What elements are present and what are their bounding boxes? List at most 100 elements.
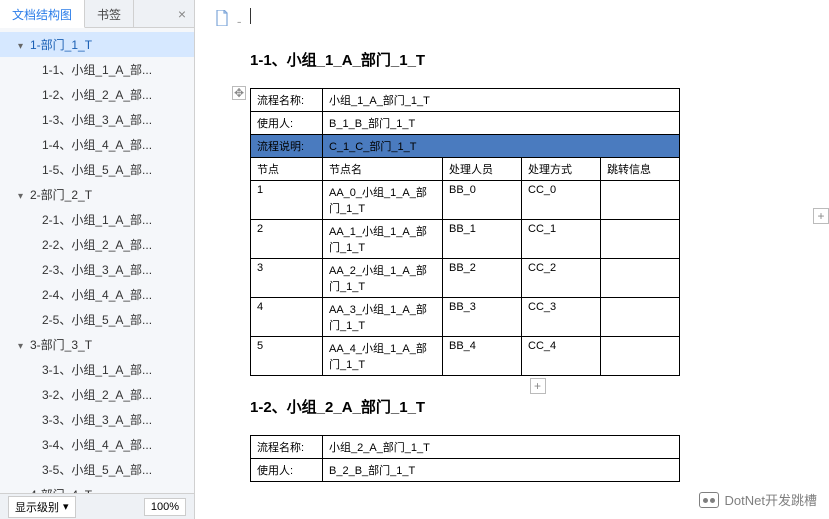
tree-item[interactable]: 2-5、小组_5_A_部... xyxy=(0,307,194,332)
tree-label: 3-5、小组_5_A_部... xyxy=(42,463,152,477)
page-indicator-icon: - xyxy=(215,10,242,29)
tree-item[interactable]: 2-3、小组_3_A_部... xyxy=(0,257,194,282)
process-table[interactable]: 流程名称:小组_1_A_部门_1_T使用人:B_1_B_部门_1_T流程说明:C… xyxy=(250,88,680,376)
sidebar: 文档结构图 书签 × ▾1-部门_1_T1-1、小组_1_A_部...1-2、小… xyxy=(0,0,195,519)
meta-key: 流程说明: xyxy=(251,135,323,158)
tree-item[interactable]: 2-4、小组_4_A_部... xyxy=(0,282,194,307)
column-header: 处理方式 xyxy=(522,158,601,181)
tree-section[interactable]: ▾1-部门_1_T xyxy=(0,32,194,57)
table-meta-row[interactable]: 使用人:B_2_B_部门_1_T xyxy=(251,459,680,482)
tree-label: 3-2、小组_2_A_部... xyxy=(42,388,152,402)
table-row[interactable]: 5AA_4_小组_1_A_部门_1_TBB_4CC_4 xyxy=(251,337,680,376)
column-header: 处理人员 xyxy=(443,158,522,181)
tree-item[interactable]: 3-2、小组_2_A_部... xyxy=(0,382,194,407)
tree-label: 2-2、小组_2_A_部... xyxy=(42,238,152,252)
chevron-down-icon: ▾ xyxy=(63,500,69,513)
sidebar-tabs: 文档结构图 书签 × xyxy=(0,0,194,28)
table-cell[interactable]: BB_4 xyxy=(443,337,522,376)
tab-structure[interactable]: 文档结构图 xyxy=(0,0,85,28)
table-row[interactable]: 1AA_0_小组_1_A_部门_1_TBB_0CC_0 xyxy=(251,181,680,220)
tree-item[interactable]: 1-5、小组_5_A_部... xyxy=(0,157,194,182)
table-cell[interactable]: CC_0 xyxy=(522,181,601,220)
column-header: 跳转信息 xyxy=(601,158,680,181)
table-cell[interactable] xyxy=(601,298,680,337)
app-root: 文档结构图 书签 × ▾1-部门_1_T1-1、小组_1_A_部...1-2、小… xyxy=(0,0,829,519)
table-cell[interactable]: 5 xyxy=(251,337,323,376)
tree-label: 3-部门_3_T xyxy=(30,338,92,352)
meta-value: 小组_1_A_部门_1_T xyxy=(323,89,680,112)
table-cell[interactable]: BB_1 xyxy=(443,220,522,259)
tree-label: 2-1、小组_1_A_部... xyxy=(42,213,152,227)
document-outline-tree[interactable]: ▾1-部门_1_T1-1、小组_1_A_部...1-2、小组_2_A_部...1… xyxy=(0,28,194,493)
tree-label: 1-2、小组_2_A_部... xyxy=(42,88,152,102)
tree-item[interactable]: 1-3、小组_3_A_部... xyxy=(0,107,194,132)
text-cursor xyxy=(250,8,809,24)
table-cell[interactable]: AA_2_小组_1_A_部门_1_T xyxy=(323,259,443,298)
tree-item[interactable]: 3-1、小组_1_A_部... xyxy=(0,357,194,382)
table-meta-row[interactable]: 使用人:B_1_B_部门_1_T xyxy=(251,112,680,135)
page-dash: - xyxy=(237,13,242,29)
tab-bookmark[interactable]: 书签 xyxy=(85,0,134,27)
caret-down-icon: ▾ xyxy=(18,191,28,202)
table-cell[interactable]: BB_2 xyxy=(443,259,522,298)
table-cell[interactable] xyxy=(601,337,680,376)
table-cell[interactable]: BB_3 xyxy=(443,298,522,337)
table-row[interactable]: 2AA_1_小组_1_A_部门_1_TBB_1CC_1 xyxy=(251,220,680,259)
tree-label: 1-部门_1_T xyxy=(30,38,92,52)
process-table[interactable]: 流程名称:小组_2_A_部门_1_T使用人:B_2_B_部门_1_T xyxy=(250,435,680,482)
table-cell[interactable]: BB_0 xyxy=(443,181,522,220)
table-meta-row[interactable]: 流程名称:小组_1_A_部门_1_T xyxy=(251,89,680,112)
zoom-value: 100% xyxy=(151,501,179,513)
zoom-select[interactable]: 100% xyxy=(144,498,186,516)
tree-item[interactable]: 2-1、小组_1_A_部... xyxy=(0,207,194,232)
table-header-row: 节点节点名处理人员处理方式跳转信息 xyxy=(251,158,680,181)
tree-section[interactable]: ▾4-部门_4_T xyxy=(0,482,194,493)
tree-label: 1-3、小组_3_A_部... xyxy=(42,113,152,127)
table-row[interactable]: 3AA_2_小组_1_A_部门_1_TBB_2CC_2 xyxy=(251,259,680,298)
table-cell[interactable]: 2 xyxy=(251,220,323,259)
table-cell[interactable]: 1 xyxy=(251,181,323,220)
table-cell[interactable]: AA_3_小组_1_A_部门_1_T xyxy=(323,298,443,337)
meta-value: B_2_B_部门_1_T xyxy=(323,459,680,482)
table-meta-row[interactable]: 流程说明:C_1_C_部门_1_T xyxy=(251,135,680,158)
sidebar-close-button[interactable]: × xyxy=(170,0,194,27)
table-cell[interactable]: CC_2 xyxy=(522,259,601,298)
table-cell[interactable]: 3 xyxy=(251,259,323,298)
table-row[interactable]: 4AA_3_小组_1_A_部门_1_TBB_3CC_3 xyxy=(251,298,680,337)
tree-label: 1-4、小组_4_A_部... xyxy=(42,138,152,152)
tree-label: 2-5、小组_5_A_部... xyxy=(42,313,152,327)
tree-item[interactable]: 3-3、小组_3_A_部... xyxy=(0,407,194,432)
table-cell[interactable]: CC_4 xyxy=(522,337,601,376)
table-cell[interactable]: AA_0_小组_1_A_部门_1_T xyxy=(323,181,443,220)
caret-down-icon: ▾ xyxy=(18,41,28,52)
table-cell[interactable] xyxy=(601,181,680,220)
table-cell[interactable]: CC_1 xyxy=(522,220,601,259)
table-meta-row[interactable]: 流程名称:小组_2_A_部门_1_T xyxy=(251,436,680,459)
column-header: 节点名 xyxy=(323,158,443,181)
tree-section[interactable]: ▾2-部门_2_T xyxy=(0,182,194,207)
tree-item[interactable]: 2-2、小组_2_A_部... xyxy=(0,232,194,257)
table-cell[interactable]: CC_3 xyxy=(522,298,601,337)
tree-item[interactable]: 1-1、小组_1_A_部... xyxy=(0,57,194,82)
outline-level-select[interactable]: 显示级别 ▾ xyxy=(8,496,76,518)
tree-item[interactable]: 1-2、小组_2_A_部... xyxy=(0,82,194,107)
tree-label: 3-4、小组_4_A_部... xyxy=(42,438,152,452)
tree-label: 2-部门_2_T xyxy=(30,188,92,202)
tree-item[interactable]: 1-4、小组_4_A_部... xyxy=(0,132,194,157)
table-cell[interactable]: AA_1_小组_1_A_部门_1_T xyxy=(323,220,443,259)
tree-item[interactable]: 3-5、小组_5_A_部... xyxy=(0,457,194,482)
table-cell[interactable]: 4 xyxy=(251,298,323,337)
table-move-handle[interactable]: ✥ xyxy=(232,86,246,100)
table-cell[interactable] xyxy=(601,259,680,298)
tree-label: 1-5、小组_5_A_部... xyxy=(42,163,152,177)
add-row-button[interactable]: + xyxy=(813,208,829,224)
add-column-button[interactable]: + xyxy=(530,378,546,394)
section-heading: 1-1、小组_1_A_部门_1_T xyxy=(250,49,809,70)
tree-item[interactable]: 3-4、小组_4_A_部... xyxy=(0,432,194,457)
document-area: - 1-1、小组_1_A_部门_1_T✥流程名称:小组_1_A_部门_1_T使用… xyxy=(195,0,829,519)
table-cell[interactable]: AA_4_小组_1_A_部门_1_T xyxy=(323,337,443,376)
document-scroll[interactable]: 1-1、小组_1_A_部门_1_T✥流程名称:小组_1_A_部门_1_T使用人:… xyxy=(195,0,829,519)
table-wrapper: ✥流程名称:小组_1_A_部门_1_T使用人:B_1_B_部门_1_T流程说明:… xyxy=(250,88,809,376)
table-cell[interactable] xyxy=(601,220,680,259)
tree-section[interactable]: ▾3-部门_3_T xyxy=(0,332,194,357)
